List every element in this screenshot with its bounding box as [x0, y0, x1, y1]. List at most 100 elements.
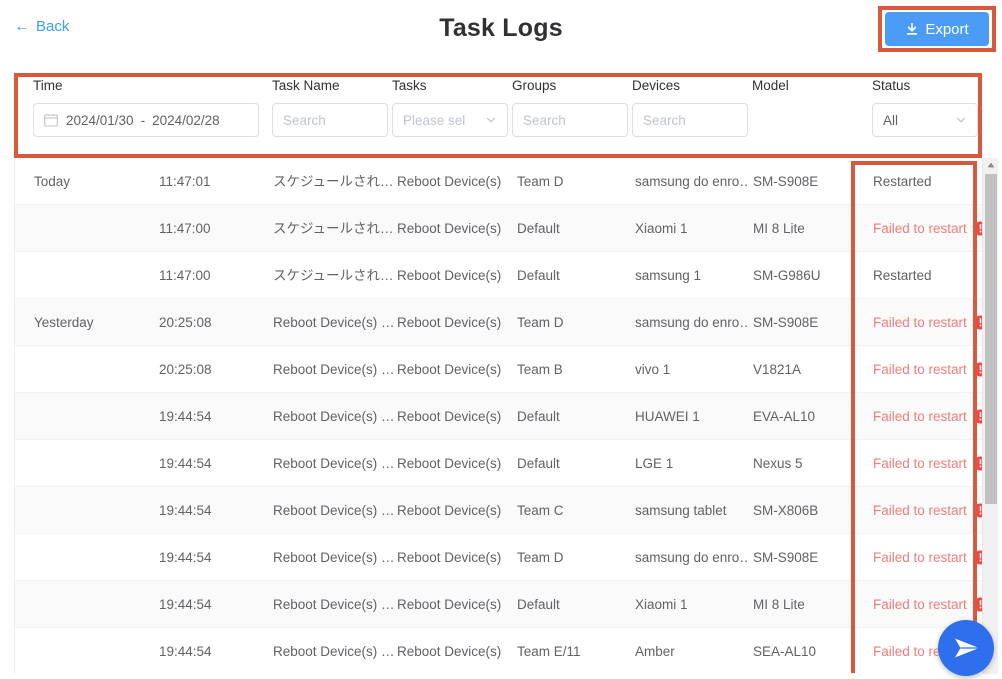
filter-status: Status All: [872, 77, 978, 137]
row-device: samsung do enro…: [635, 174, 747, 189]
table-row[interactable]: 19:44:54 Reboot Device(s) … Reboot Device(…: [15, 440, 982, 487]
row-model: MI 8 Lite: [753, 221, 805, 236]
row-tasks: Reboot Device(s): [397, 550, 502, 565]
row-model: SEA-AL10: [753, 644, 817, 659]
row-time: 11:47:00: [159, 268, 211, 283]
row-model: V1821A: [753, 362, 802, 377]
row-tasks: Reboot Device(s): [397, 456, 502, 471]
date-range-end: 2024/02/28: [152, 112, 220, 128]
filter-groups: Groups Search: [512, 77, 628, 137]
row-day-label: [34, 346, 144, 393]
table-row[interactable]: 19:44:54 Reboot Device(s) … Reboot Device(…: [15, 581, 982, 628]
row-device: samsung 1: [635, 268, 702, 283]
task-logs-table: Today 11:47:01 スケジュールされ… Reboot Device(s) Te…: [14, 158, 982, 674]
filter-model-label: Model: [752, 78, 789, 93]
table-row[interactable]: 20:25:08 Reboot Device(s) … Reboot Device(…: [15, 346, 982, 393]
error-icon: [973, 550, 982, 565]
calendar-icon: [44, 113, 58, 127]
row-time: 19:44:54: [159, 550, 212, 565]
status-badge: Failed to restart: [873, 299, 982, 346]
table-row[interactable]: 19:44:54 Reboot Device(s) … Reboot Device(…: [15, 487, 982, 534]
table-scrollbar[interactable]: [982, 158, 998, 674]
status-label: Failed to restart: [873, 550, 967, 565]
error-icon: [973, 221, 982, 236]
scrollbar-thumb[interactable]: [985, 174, 997, 504]
status-badge: Restarted: [873, 158, 982, 205]
row-task-name: Reboot Device(s) …: [273, 409, 395, 424]
row-group: Default: [517, 409, 560, 424]
row-tasks: Reboot Device(s): [397, 503, 502, 518]
caret-up-icon[interactable]: [983, 158, 999, 172]
devices-search-input[interactable]: Search: [632, 103, 748, 137]
date-range-input[interactable]: 2024/01/30 - 2024/02/28: [33, 103, 259, 137]
row-tasks: Reboot Device(s): [397, 362, 502, 377]
status-select[interactable]: All: [872, 103, 978, 137]
filter-model: Model: [752, 77, 868, 103]
row-tasks: Reboot Device(s): [397, 174, 502, 189]
row-group: Team B: [517, 362, 563, 377]
task-name-placeholder: Search: [283, 112, 326, 128]
row-device: Amber: [635, 644, 675, 659]
row-group: Default: [517, 221, 560, 236]
row-day-label: [34, 252, 144, 299]
tasks-select[interactable]: Please sel: [392, 103, 508, 137]
task-name-search-input[interactable]: Search: [272, 103, 388, 137]
row-day-label: Today: [34, 174, 71, 189]
row-day-label: [34, 487, 144, 534]
row-day-label: Yesterday: [34, 315, 94, 330]
status-badge: Failed to restart: [873, 205, 982, 252]
row-day-label: [34, 393, 144, 440]
error-icon: [973, 409, 982, 424]
status-badge: Restarted: [873, 252, 982, 299]
row-task-name: Reboot Device(s) …: [273, 456, 395, 471]
row-task-name: Reboot Device(s) …: [273, 550, 395, 565]
send-icon: [955, 638, 979, 658]
row-group: Team D: [517, 174, 564, 189]
row-group: Team D: [517, 550, 564, 565]
status-badge: Failed to restart: [873, 393, 982, 440]
date-range-separator: -: [140, 112, 146, 128]
row-time: 19:44:54: [159, 597, 212, 612]
row-device: samsung do enro…: [635, 550, 747, 565]
row-time: 11:47:01: [159, 174, 211, 189]
row-time: 19:44:54: [159, 456, 212, 471]
row-tasks: Reboot Device(s): [397, 268, 502, 283]
page-title: Task Logs: [439, 14, 563, 42]
row-device: samsung do enro…: [635, 315, 747, 330]
filter-task-name-label: Task Name: [272, 78, 340, 93]
row-tasks: Reboot Device(s): [397, 597, 502, 612]
table-row[interactable]: 11:47:00 スケジュールされ… Reboot Device(s) Default…: [15, 252, 982, 299]
table-row[interactable]: 19:44:54 Reboot Device(s) … Reboot Device(…: [15, 534, 982, 581]
row-time: 20:25:08: [159, 362, 212, 377]
table-row[interactable]: 19:44:54 Reboot Device(s) … Reboot Device(…: [15, 628, 982, 674]
row-group: Default: [517, 456, 560, 471]
status-label: Restarted: [873, 268, 932, 283]
status-label: Failed to restart: [873, 221, 967, 236]
filter-time-label: Time: [33, 78, 63, 93]
groups-search-input[interactable]: Search: [512, 103, 628, 137]
row-group: Default: [517, 268, 560, 283]
table-row[interactable]: Today 11:47:01 スケジュールされ… Reboot Device(s) Te…: [15, 158, 982, 205]
row-task-name: Reboot Device(s) …: [273, 362, 395, 377]
devices-placeholder: Search: [643, 112, 686, 128]
row-time: 19:44:54: [159, 644, 212, 659]
export-button[interactable]: Export: [885, 12, 989, 46]
error-icon: [973, 362, 982, 377]
row-model: SM-S908E: [753, 315, 819, 330]
row-time: 11:47:00: [159, 221, 211, 236]
table-row[interactable]: Yesterday 20:25:08 Reboot Device(s) … Reboo…: [15, 299, 982, 346]
row-task-name: Reboot Device(s) …: [273, 644, 395, 659]
row-tasks: Reboot Device(s): [397, 315, 502, 330]
row-model: SM-S908E: [753, 174, 819, 189]
row-task-name: スケジュールされ…: [273, 268, 394, 283]
row-day-label: [34, 534, 144, 581]
row-group: Team E/11: [517, 644, 581, 659]
row-group: Team C: [517, 503, 564, 518]
filter-status-label: Status: [872, 78, 911, 93]
table-row[interactable]: 11:47:00 スケジュールされ… Reboot Device(s) Default…: [15, 205, 982, 252]
row-group: Team D: [517, 315, 564, 330]
send-feedback-fab[interactable]: [938, 620, 994, 676]
table-row[interactable]: 19:44:54 Reboot Device(s) … Reboot Device(…: [15, 393, 982, 440]
row-device: HUAWEI 1: [635, 409, 700, 424]
status-label: Failed to restart: [873, 315, 967, 330]
